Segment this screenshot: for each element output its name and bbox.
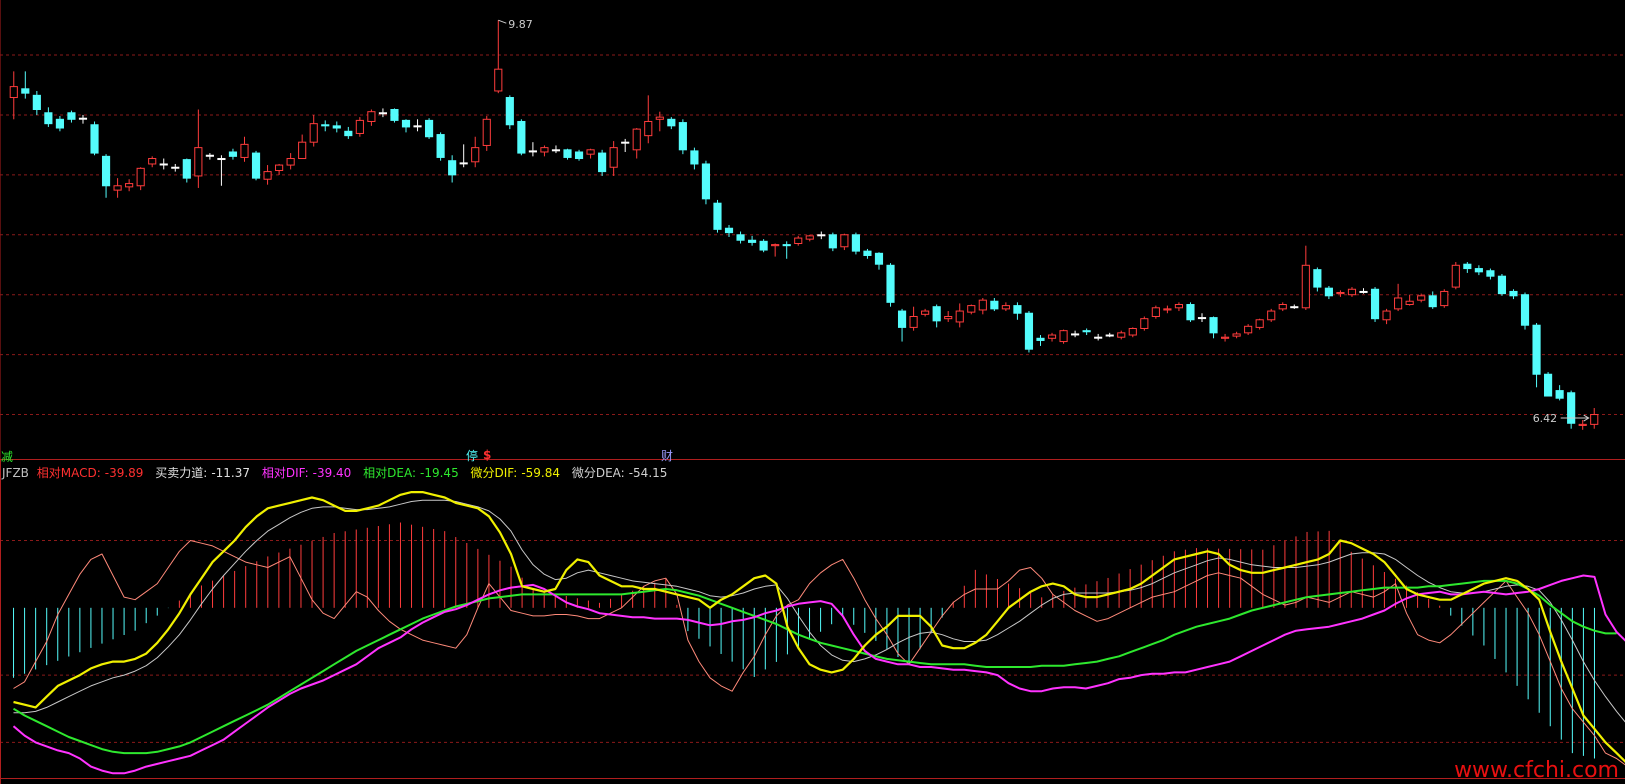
chart-stage[interactable]: 9.87 6.42 xyxy=(0,0,1625,784)
legend-diff-dea: 微分DEA: -54.15 xyxy=(572,466,672,480)
legend-label: 相对MACD: xyxy=(36,466,101,480)
legend-rel-dea: 相对DEA: -19.45 xyxy=(363,466,463,480)
legend-label: 微分DEA: xyxy=(571,466,625,480)
rel-dif-line xyxy=(12,574,1625,775)
watermark: www.cfchi.com xyxy=(1454,758,1619,783)
indicator-legend: JFZB 相对MACD: -39.89 买卖力道: -11.37 相对DIF: -39… xyxy=(2,464,675,481)
legend-rel-macd: 相对MACD: -39.89 xyxy=(37,466,148,480)
marker-middle-a: 停 xyxy=(466,449,479,463)
legend-label: 相对DIF: xyxy=(261,466,309,480)
legend-value: -39.89 xyxy=(104,466,144,480)
legend-value: -19.45 xyxy=(420,466,459,480)
marker-middle-c: 财 xyxy=(661,449,674,463)
legend-label: 买卖力道: xyxy=(155,466,208,480)
indicator-chart[interactable] xyxy=(0,0,1625,784)
buy-sell-line xyxy=(13,540,1625,766)
legend-buy-sell: 买卖力道: -11.37 xyxy=(155,466,254,480)
legend-label: 微分DIF: xyxy=(470,466,518,480)
legend-value: -39.40 xyxy=(312,466,352,480)
legend-value: -11.37 xyxy=(211,466,250,480)
legend-diff-dif: 微分DIF: -59.84 xyxy=(471,466,564,480)
legend-label: 相对DEA: xyxy=(363,466,417,480)
legend-rel-dif: 相对DIF: -39.40 xyxy=(262,466,355,480)
marker-left: 减 xyxy=(1,450,14,464)
legend-value: -54.15 xyxy=(628,466,668,480)
legend-value: -59.84 xyxy=(521,466,561,480)
marker-middle-b: $ xyxy=(483,448,492,462)
indicator-name: JFZB xyxy=(2,466,29,480)
diff-dif-line xyxy=(13,491,1625,763)
